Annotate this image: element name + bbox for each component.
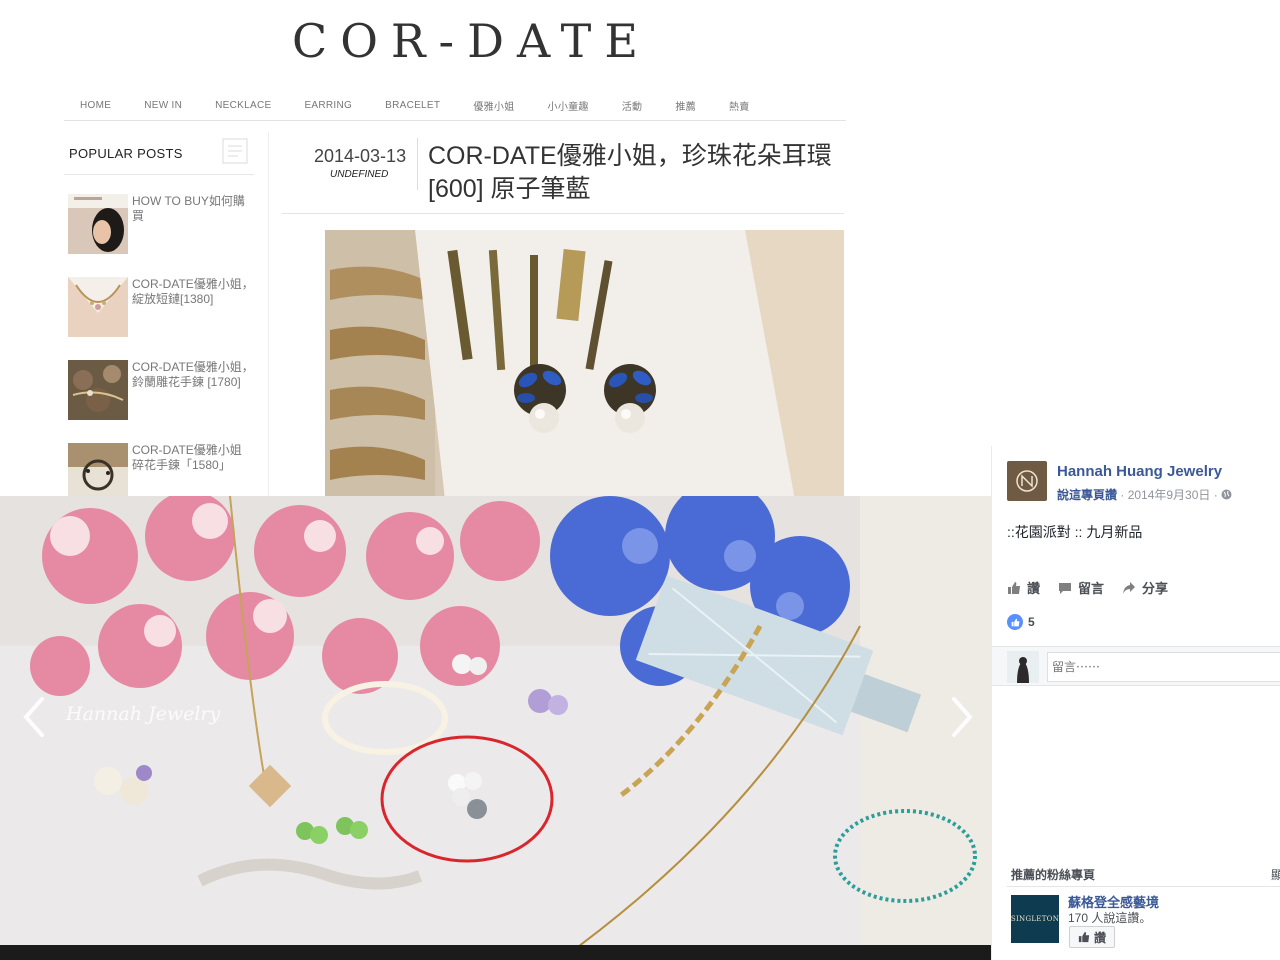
nav-recommend[interactable]: 推薦 [675,98,696,113]
decoration-icon [222,138,248,164]
page-avatar[interactable] [1007,461,1047,501]
like-action[interactable]: 讚 [1007,578,1040,597]
popular-posts-title: POPULAR POSTS [69,146,183,161]
post-author: UNDEFINED [330,169,389,180]
nav-home[interactable]: HOME [80,100,111,111]
slideshow-photo [0,496,991,960]
post-thumbnail [68,360,128,420]
thumbs-up-icon [1008,581,1020,594]
popular-post-title[interactable]: COR-DATE優雅小姐 碎花手鍊「1580」 [132,443,256,473]
slideshow-next-button[interactable] [940,695,980,739]
popular-post-item[interactable]: COR-DATE優雅小姐，綻放短鏈[1380] [68,277,258,339]
post-meta: 說這專頁讚 · 2014年9月30日 · [1057,486,1232,503]
nav-bracelet[interactable]: BRACELET [385,100,440,111]
share-action[interactable]: 分享 [1122,578,1168,597]
comment-input[interactable] [1047,652,1280,682]
post-thumbnail [68,443,128,503]
post-photo [325,230,844,500]
nav-hot[interactable]: 熱賣 [729,98,750,113]
popular-post-title[interactable]: COR-DATE優雅小姐，綻放短鏈[1380] [132,277,256,307]
page-name-link[interactable]: Hannah Huang Jewelry [1057,463,1222,480]
like-badge-icon [1007,614,1023,630]
divider [1007,886,1280,887]
slideshow-prev-button[interactable] [16,695,56,739]
post-thumbnail [68,194,128,254]
popular-posts-sidebar: POPULAR POSTS HOW TO BUY如何購買 COR-DATE優雅小… [64,132,269,503]
like-count: 5 [1028,615,1035,629]
share-icon [1123,581,1136,594]
facebook-post-panel: Hannah Huang Jewelry 說這專頁讚 · 2014年9月30日 … [991,446,1280,960]
globe-icon [1221,489,1232,500]
recommended-page-like-count: 170 人說這讚。 [1068,911,1152,925]
comment-icon [1059,582,1072,594]
nav-necklace[interactable]: NECKLACE [215,100,271,111]
nav-kids[interactable]: 小小童趣 [548,98,589,113]
comment-composer [992,646,1280,686]
photo-watermark: Hannah Jewelry [66,703,221,725]
recommended-see-all-link[interactable]: 顯 [1271,866,1280,883]
thumbs-up-icon [1078,931,1090,943]
post-date[interactable]: · 2014年9月30日 · [1120,488,1217,502]
post-text: ::花園派對 :: 九月新品 [1007,524,1143,540]
slideshow-caption-bar [0,945,991,960]
divider [417,138,418,190]
popular-post-title[interactable]: HOW TO BUY如何購買 [132,194,256,224]
comment-label: 留言 [1078,581,1105,596]
main-nav: HOME NEW IN NECKLACE EARRING BRACELET 優雅… [64,90,846,121]
popular-post-title[interactable]: COR-DATE優雅小姐，鈴蘭雕花手鍊 [1780] [132,360,256,390]
recommended-pages-title: 推薦的粉絲專頁 [1011,868,1096,882]
recommended-page-like-button[interactable]: 讚 [1069,926,1116,948]
screenshot-collage: COR-DATE HOME NEW IN NECKLACE EARRING BR… [0,0,1280,960]
nav-new-in[interactable]: NEW IN [144,100,182,111]
popular-post-item[interactable]: HOW TO BUY如何購買 [68,194,258,256]
like-button-label: 讚 [1094,930,1107,945]
page-like-link[interactable]: 說這專頁讚 [1057,488,1117,502]
recommended-page-avatar[interactable]: SINGLETON [1011,895,1059,943]
user-avatar [1007,651,1039,683]
post-date: 2014-03-13 [314,146,407,166]
like-summary[interactable]: 5 [1007,614,1035,630]
post-actions: 讚 留言 分享 [1007,578,1168,597]
nav-elegant-lady[interactable]: 優雅小姐 [473,98,514,113]
popular-post-item[interactable]: COR-DATE優雅小姐，鈴蘭雕花手鍊 [1780] [68,360,258,422]
share-label: 分享 [1142,581,1169,596]
post-header: 2014-03-13 UNDEFINED COR-DATE優雅小姐，珍珠花朵耳環… [282,132,844,214]
post-thumbnail [68,277,128,337]
nav-events[interactable]: 活動 [622,98,643,113]
brand-logo-icon [1016,470,1038,492]
site-logo[interactable]: COR-DATE [292,14,651,68]
post-title[interactable]: COR-DATE優雅小姐，珍珠花朵耳環 [600] 原子筆藍 [428,140,838,206]
comment-action[interactable]: 留言 [1058,578,1104,597]
like-label: 讚 [1027,581,1041,596]
nav-earring[interactable]: EARRING [304,100,352,111]
divider [64,174,254,175]
